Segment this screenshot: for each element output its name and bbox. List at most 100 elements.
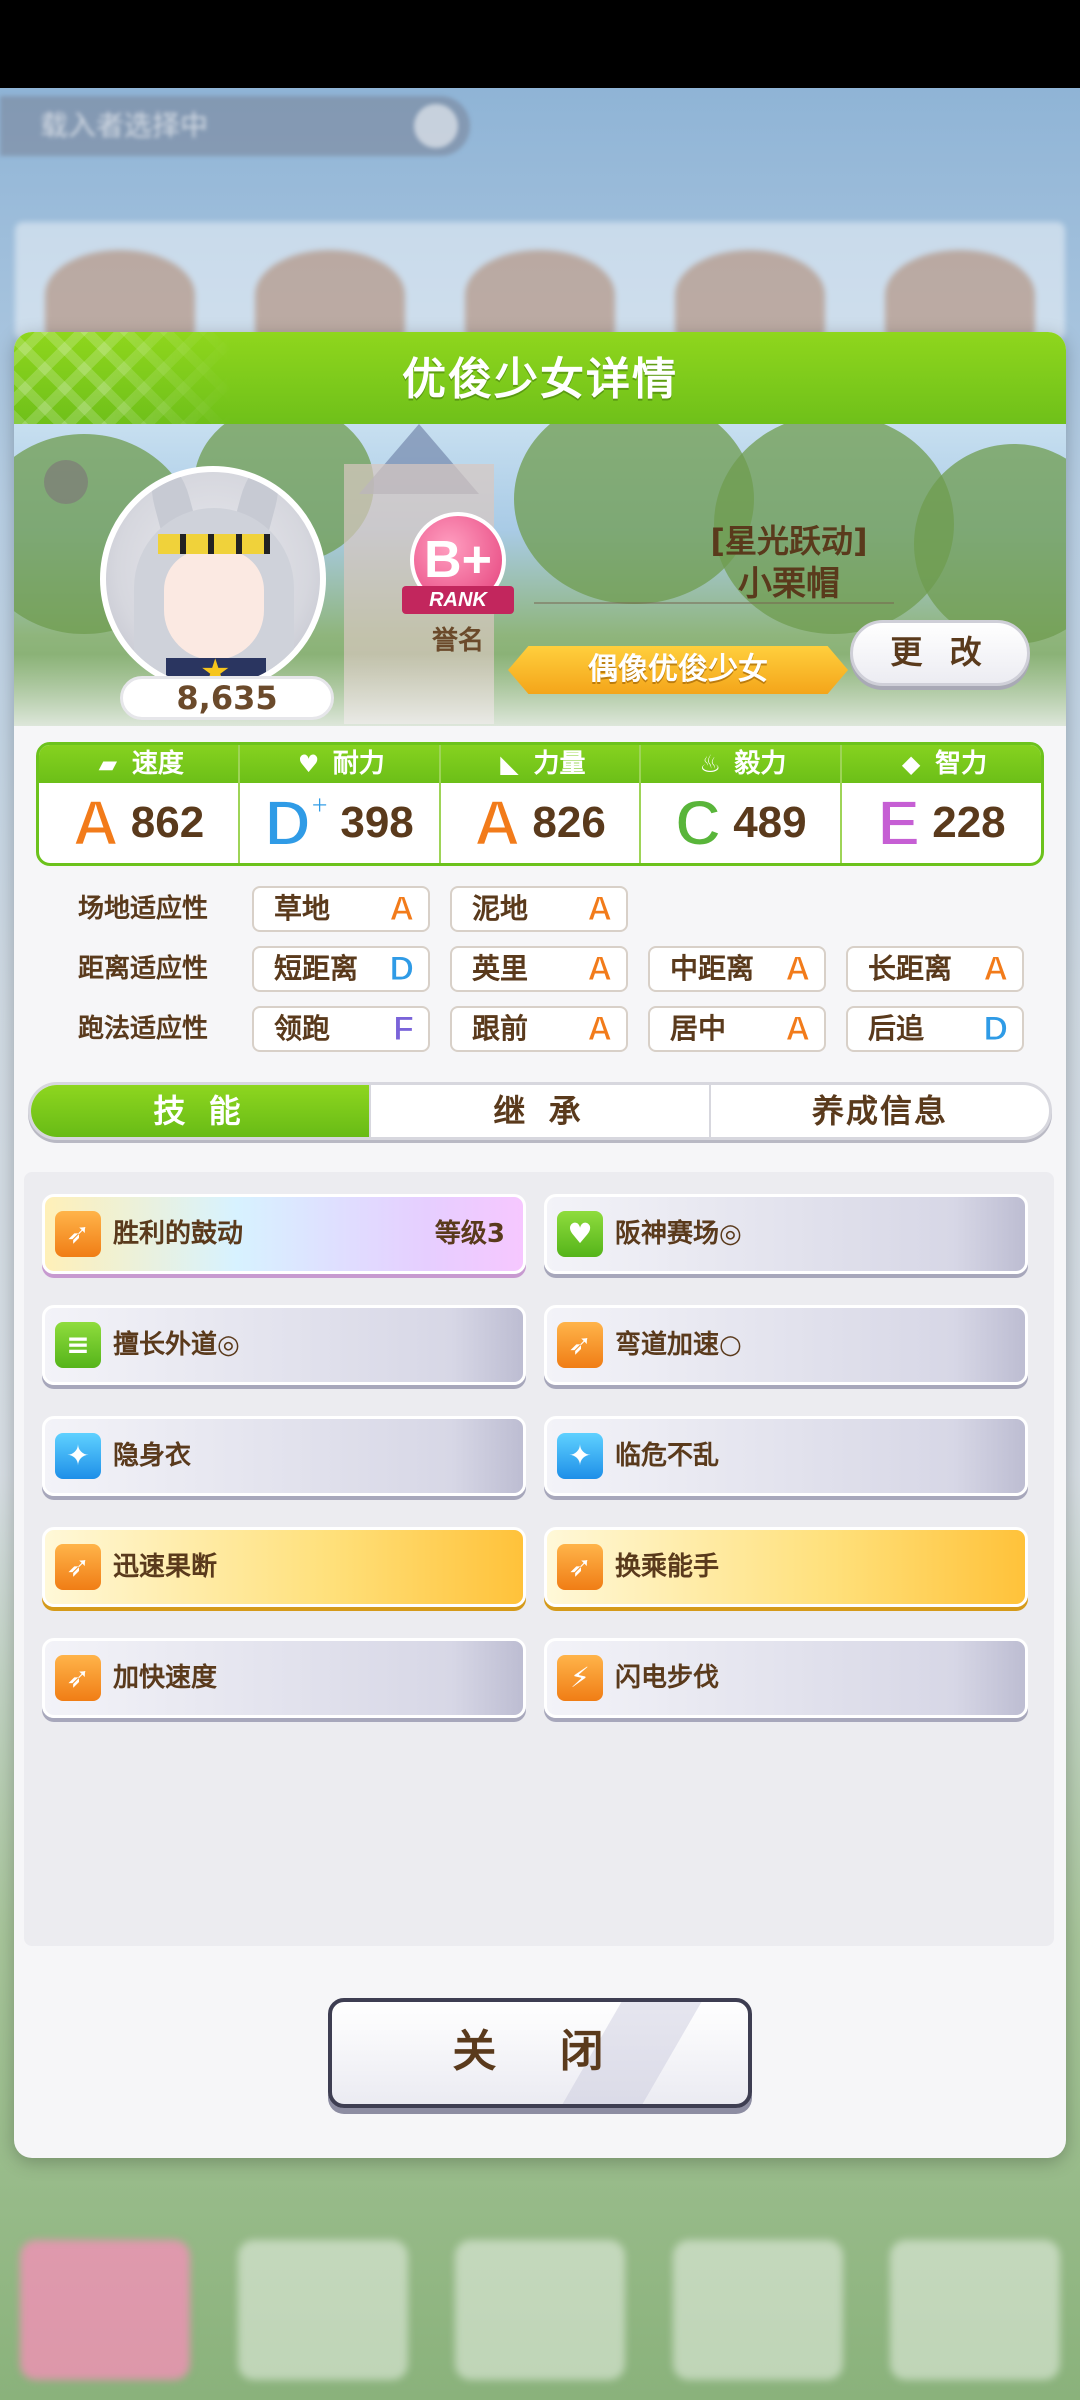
stat-value: 826 <box>532 798 606 847</box>
aptitude-grade: A <box>983 950 1009 989</box>
aptitude-grade: D <box>389 950 415 989</box>
background-nav-item <box>455 2240 625 2380</box>
skill-item[interactable]: ✦ 隐身衣 <box>42 1416 526 1496</box>
sparkle-skill-icon: ✦ <box>557 1433 603 1479</box>
stat-label: 耐力 <box>332 749 385 779</box>
stat-grade: C <box>674 787 722 859</box>
aptitude-label: 距离适应性 <box>78 954 209 984</box>
stat-body: A 862 <box>39 783 238 863</box>
speed-skill-icon: ➶ <box>55 1544 101 1590</box>
character-type-banner: 偶像优俊少女 <box>508 646 848 694</box>
skill-name: 弯道加速○ <box>615 1330 742 1360</box>
tab-training-info[interactable]: 养成信息 <box>711 1085 1049 1137</box>
skill-item[interactable]: ➶ 加快速度 <box>42 1638 526 1718</box>
rank-badge: B+ RANK <box>402 512 514 614</box>
aptitude-pace-chaser: 跟前 A <box>450 1006 628 1052</box>
aptitude-grade: A <box>587 1010 613 1049</box>
speed-skill-icon: ➶ <box>557 1544 603 1590</box>
lane-skill-icon: ≡ <box>55 1322 101 1368</box>
track-aptitude-row: 场地适应性 草地 A 泥地 A <box>54 886 1054 932</box>
graduation-cap-icon: ◆ <box>901 750 921 778</box>
stat-header: ◆ 智力 <box>842 745 1041 783</box>
aptitude-grade: A <box>389 890 415 929</box>
aptitude-turf: 草地 A <box>252 886 430 932</box>
flame-icon: ♨ <box>699 750 721 778</box>
rank-label: 誉名 <box>431 626 484 656</box>
aptitude-grade: A <box>785 1010 811 1049</box>
stat-body: D+ 398 <box>240 783 439 863</box>
horseshoe-badge-icon[interactable] <box>44 460 88 504</box>
stat-guts: ♨ 毅力 C 489 <box>641 745 843 863</box>
tab-skills[interactable]: 技 能 <box>31 1085 371 1137</box>
change-button[interactable]: 更 改 <box>850 620 1030 686</box>
speed-skill-icon: ➶ <box>557 1322 603 1368</box>
strategy-aptitude-row: 跑法适应性 领跑 F 跟前 A 居中 A 后追 D <box>54 1006 1054 1052</box>
stat-header: ♥ 耐力 <box>239 745 439 783</box>
skill-name: 加快速度 <box>113 1663 218 1693</box>
stat-body: C 489 <box>641 783 840 863</box>
stat-value: 228 <box>932 798 1006 847</box>
aptitude-mile: 英里 A <box>450 946 628 992</box>
close-button-label: 关 闭 <box>452 2026 628 2077</box>
skill-name: 隐身衣 <box>113 1441 192 1471</box>
skills-panel: ➶ 胜利的鼓动 等级3 ♥ 阪神赛场◎ ≡ 擅长外道◎ ➶ 弯道加速○ ✦ 隐身… <box>24 1172 1054 1946</box>
skill-item[interactable]: ➶ 弯道加速○ <box>544 1305 1028 1385</box>
aptitude-label: 场地适应性 <box>78 894 209 924</box>
stat-value: 862 <box>130 798 205 847</box>
dialog-header: 优俊少女详情 <box>14 332 1066 424</box>
skill-item[interactable]: ➶ 胜利的鼓动 等级3 <box>42 1194 526 1274</box>
close-button[interactable]: 关 闭 <box>328 1998 752 2108</box>
skill-name: 临危不乱 <box>615 1441 720 1471</box>
stat-label: 力量 <box>533 749 586 779</box>
stat-header: ▰ 速度 <box>39 745 238 783</box>
character-name: 小栗帽 <box>738 564 840 604</box>
skill-item[interactable]: ➶ 换乘能手 <box>544 1527 1028 1607</box>
skill-name: 胜利的鼓动 <box>113 1219 244 1249</box>
background-banner-icon <box>414 104 458 148</box>
aptitude-grade: A <box>587 950 613 989</box>
skill-item[interactable]: ➶ 迅速果断 <box>42 1527 526 1607</box>
background-character-card <box>45 250 195 340</box>
background-character-card <box>465 250 615 340</box>
detail-tabs: 技 能 继 承 养成信息 <box>28 1082 1052 1140</box>
skill-name: 阪神赛场◎ <box>615 1219 742 1249</box>
muscle-icon: ◣ <box>500 750 519 778</box>
stat-body: E 228 <box>842 783 1041 863</box>
tab-inheritance[interactable]: 继 承 <box>371 1085 711 1137</box>
aptitude-grade: F <box>393 1010 415 1049</box>
rank-ribbon: RANK <box>402 586 514 614</box>
aptitude-grade: D <box>983 1010 1009 1049</box>
stat-speed: ▰ 速度 A 862 <box>39 745 240 863</box>
character-hero: ★ 8,635 B+ RANK 誉名 [星光跃动] 小栗帽 偶像优俊少女 更 改 <box>14 424 1066 726</box>
skill-item[interactable]: ≡ 擅长外道◎ <box>42 1305 526 1385</box>
stat-body: A 826 <box>441 783 640 863</box>
background-character-card <box>255 250 405 340</box>
distance-aptitude-row: 距离适应性 短距离 D 英里 A 中距离 A 长距离 A <box>54 946 1054 992</box>
aptitude-end-closer: 后追 D <box>846 1006 1024 1052</box>
portrait-face <box>164 550 264 660</box>
skill-level: 等级3 <box>434 1219 505 1249</box>
stat-stamina: ♥ 耐力 D+ 398 <box>239 745 441 863</box>
aptitude-dirt: 泥地 A <box>450 886 628 932</box>
stat-value: 398 <box>340 798 414 847</box>
skill-item[interactable]: ♥ 阪神赛场◎ <box>544 1194 1028 1274</box>
aptitude-medium: 中距离 A <box>648 946 826 992</box>
skill-item[interactable]: ⚡ 闪电步伐 <box>544 1638 1028 1718</box>
skill-item[interactable]: ✦ 临危不乱 <box>544 1416 1028 1496</box>
background-bottom-nav <box>20 2240 1060 2390</box>
character-detail-dialog: 优俊少女详情 ★ 8,635 B+ RANK 誉名 [星光跃动] 小栗帽 偶像优… <box>14 332 1066 2158</box>
stat-label: 毅力 <box>734 749 787 779</box>
stat-header: ◣ 力量 <box>440 745 640 783</box>
background-nav-item <box>237 2240 408 2380</box>
stat-value: 489 <box>733 798 807 847</box>
skill-name: 换乘能手 <box>615 1552 720 1582</box>
character-portrait[interactable]: ★ <box>100 466 326 692</box>
stats-panel: ▰ 速度 A 862 ♥ 耐力 D+ 398 ◣ 力量 A 826 ♨ 毅力 C <box>36 742 1044 866</box>
aptitude-late-surger: 居中 A <box>648 1006 826 1052</box>
aptitude-long: 长距离 A <box>846 946 1024 992</box>
fan-count: 8,635 <box>120 676 334 720</box>
stat-label: 智力 <box>935 749 988 779</box>
aptitude-grade: A <box>587 890 613 929</box>
dialog-title: 优俊少女详情 <box>402 354 678 405</box>
status-bar <box>0 0 1080 88</box>
